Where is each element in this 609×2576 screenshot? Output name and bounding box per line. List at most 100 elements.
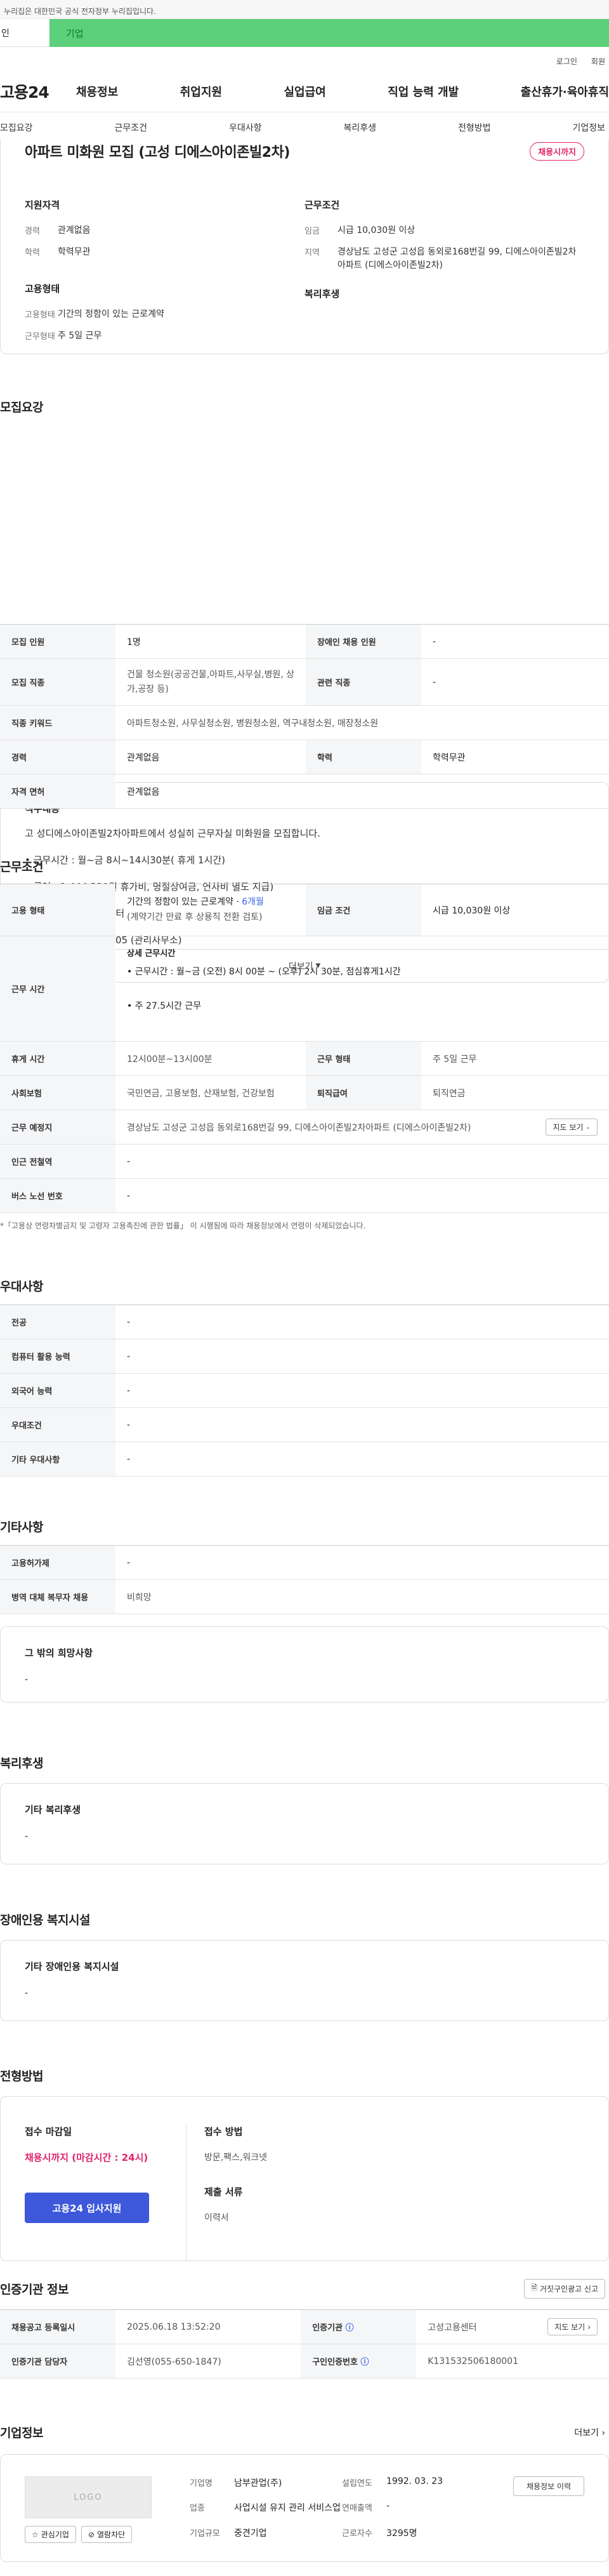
table-header-cell: 퇴직급여 — [306, 1075, 421, 1110]
company-more-link[interactable]: 더보기 › — [574, 2426, 605, 2439]
table-header-cell: 컴퓨터 활용 능력 — [0, 1339, 115, 1374]
summary-value: 기간의 정함이 있는 근로계약 — [58, 309, 164, 319]
conditions-summary: 근무조건 임금 시급 10,030원 이상 지역 경상남도 고성군 고성읍 동외로1… — [304, 198, 584, 351]
agency-label: 인증기관 — [312, 2323, 343, 2333]
table-row: 사회보험 국민연금, 고용보험, 산재보험, 건강보험 퇴직급여 퇴직연금 — [0, 1075, 609, 1110]
menu-item-jobs[interactable]: 채용정보 — [76, 83, 118, 100]
summary-label: 경력 — [25, 227, 40, 236]
table-cell: 퇴직연금 — [421, 1075, 609, 1110]
disability-section-title: 장애인용 복지시설 — [0, 1913, 90, 1927]
favorite-company-button[interactable]: ☆ 관심기업 — [25, 2526, 76, 2543]
table-header-cell: 모집 직종 — [0, 658, 115, 706]
site-logo[interactable]: 고용24 — [0, 80, 76, 103]
table-cell: - — [115, 1178, 609, 1213]
pref-table: 전공 - 컴퓨터 활용 능력 - 외국어 능력 - 우대조건 - 기타 우대사항 - — [0, 1305, 609, 1477]
other-wishes-card: 그 밖의 희망사항 - — [0, 1626, 609, 1703]
document-icon: 🗎 — [531, 2283, 537, 2292]
company-value: - — [386, 2500, 390, 2511]
table-cell: 관계없음 — [115, 774, 609, 809]
company-card: LOGO ☆ 관심기업 ⊘ 열람차단 기업명 남부관업(주) 설립연도 1992. 0… — [0, 2454, 609, 2562]
table-header-cell: 근무 형태 — [306, 1041, 421, 1076]
job-history-button[interactable]: 채용정보 이력 — [513, 2476, 584, 2496]
tab-personal[interactable]: 인 — [0, 19, 49, 47]
selection-card: 접수 마감일 채용시까지 (마감시간 : 24시) 고용24 입사지원 접수 방… — [0, 2096, 609, 2261]
gov-notice-text: 누리집은 대한민국 공식 전자정부 누리집입니다. — [4, 7, 156, 16]
section-nav-selection[interactable]: 전형방법 — [458, 121, 491, 134]
table-cell: - — [421, 624, 609, 659]
section-nav-company[interactable]: 기업정보 — [572, 121, 605, 134]
block-company-button[interactable]: ⊘ 열람차단 — [81, 2526, 133, 2543]
docs-heading: 제출 서류 — [204, 2186, 243, 2198]
menu-item-employment-support[interactable]: 취업지원 — [180, 83, 222, 100]
company-label: 기업규모 — [190, 2529, 220, 2539]
table-header-cell: 구인인증번호 ⓘ — [301, 2344, 417, 2379]
section-nav-conditions[interactable]: 근무조건 — [114, 121, 147, 134]
etc-table: 고용허가제 - 병역 대체 복무자 채용 비희망 — [0, 1545, 609, 1614]
tab-corporate-label: 기업 — [66, 28, 84, 39]
qualification-summary: 지원자격 경력 관계없음 학력 학력무관 고용형태 고용형태 기간의 정함이 있는 근… — [25, 198, 304, 351]
chevron-right-icon: › — [601, 2427, 605, 2438]
welfare-box-value: - — [25, 1831, 29, 1842]
table-row: 채용공고 등록일시 2025.06.18 13:52:20 인증기관 ⓘ 고성고… — [0, 2309, 609, 2344]
work-section: 근무조건 — [0, 858, 609, 875]
age-law-note: *「고용상 연령차별금지 및 고령자 고용촉진에 관한 법률」 이 시행됨에 따… — [0, 1221, 366, 1230]
info-icon[interactable]: ⓘ — [346, 2323, 354, 2333]
section-nav-welfare[interactable]: 복리후생 — [343, 121, 376, 134]
table-header-cell: 병역 대체 복무자 채용 — [0, 1579, 115, 1614]
company-label: 업종 — [190, 2503, 205, 2513]
table-row: 모집 직종 건물 청소원(공공건물,아파트,사무실,병원, 상가,공장 등) 관… — [0, 658, 609, 706]
summary-value: 관계없음 — [58, 225, 91, 236]
table-row: 고용 형태 기간의 정함이 있는 근로계약 · 6개월 (계약기간 만료 후 상… — [0, 884, 609, 936]
method-heading: 접수 방법 — [204, 2126, 243, 2137]
job-summary-card: 아파트 미화원 모집 (고성 디에스아이존빌2차) 채용시까지 지원자격 경력 관… — [0, 140, 609, 354]
tab-personal-label: 인 — [1, 29, 10, 39]
table-row: 우대조건 - — [0, 1407, 609, 1442]
table-header-cell: 근무 시간 — [0, 936, 115, 1042]
map-view-button[interactable]: 지도 보기 ⌄ — [546, 1119, 598, 1136]
company-label: 설립연도 — [342, 2479, 372, 2488]
section-nav-recruit[interactable]: 모집요강 — [0, 121, 33, 134]
tab-corporate[interactable]: 기업 — [49, 19, 609, 47]
table-cell: 비희망 — [115, 1579, 609, 1614]
company-label: 연매출액 — [342, 2503, 372, 2513]
map-view-label: 지도 보기 — [553, 1123, 584, 1132]
table-header-cell: 직종 키워드 — [0, 705, 115, 740]
summary-label: 학력 — [25, 248, 40, 258]
company-label: 기업명 — [190, 2479, 213, 2488]
employment-type-note: (계약기간 만료 후 상용직 전환 검토) — [127, 912, 263, 922]
apply-button[interactable]: 고용24 입사지원 — [25, 2193, 149, 2223]
table-row: 자격 면허 관계없음 — [0, 774, 609, 809]
method-value: 방문,팩스,워크넷 — [204, 2153, 268, 2163]
agency-map-button[interactable]: 지도 보기 › — [547, 2318, 598, 2335]
login-link[interactable]: 로그인 — [556, 56, 577, 71]
table-row: 버스 노선 번호 - — [0, 1178, 609, 1213]
menu-item-unemployment-benefit[interactable]: 실업급여 — [284, 83, 326, 100]
info-icon[interactable]: ⓘ — [361, 2358, 369, 2367]
table-row: 고용허가제 - — [0, 1545, 609, 1580]
company-section: 기업정보 더보기 › — [0, 2424, 609, 2441]
table-header-cell: 인근 전철역 — [0, 1144, 115, 1179]
section-nav-preferences[interactable]: 우대사항 — [229, 121, 262, 134]
company-section-title: 기업정보 — [0, 2426, 43, 2440]
disability-box-value: - — [25, 1988, 29, 1998]
menu-item-training[interactable]: 직업 능력 개발 — [388, 83, 459, 100]
gov-notice-bar: 누리집은 대한민국 공식 전자정부 누리집입니다. — [0, 0, 609, 19]
table-row: 휴게 시간 12시00분~13시00분 근무 형태 주 5일 근무 — [0, 1041, 609, 1076]
report-false-ad-button[interactable]: 🗎 거짓구인광고 신고 — [524, 2279, 605, 2299]
table-row: 컴퓨터 활용 능력 - — [0, 1339, 609, 1374]
deadline-badge: 채용시까지 — [530, 142, 584, 161]
main-menu: 채용정보 취업지원 실업급여 직업 능력 개발 출산휴가·육아휴직 — [76, 83, 609, 100]
table-row: 병역 대체 복무자 채용 비희망 — [0, 1579, 609, 1614]
company-value: 3295명 — [386, 2528, 417, 2539]
work-section-title: 근무조건 — [0, 860, 43, 874]
table-header-cell: 장애인 채용 인원 — [306, 624, 421, 659]
table-cell: - — [115, 1305, 609, 1339]
table-cell: 관계없음 — [115, 740, 306, 774]
menu-item-leave[interactable]: 출산휴가·육아휴직 — [521, 83, 609, 100]
table-cell: 경상남도 고성군 고성읍 동외로168번길 99, 디에스아이존빌2차아파트 (… — [115, 1110, 609, 1145]
table-cell: - — [115, 1407, 609, 1442]
table-cell: - — [115, 1442, 609, 1477]
other-wishes-value: - — [25, 1675, 29, 1685]
join-link[interactable]: 회원 — [591, 56, 605, 71]
table-header-cell: 버스 노선 번호 — [0, 1178, 115, 1213]
